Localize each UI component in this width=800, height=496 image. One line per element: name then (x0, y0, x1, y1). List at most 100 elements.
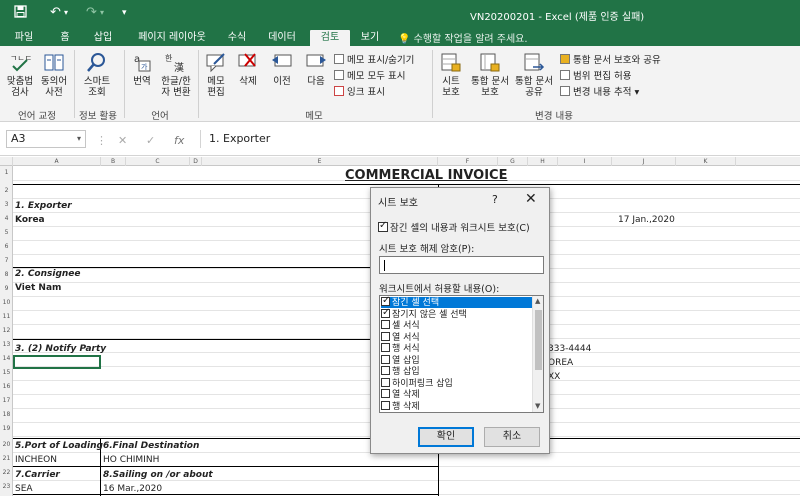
exporter-label[interactable]: 1. Exporter (15, 201, 72, 211)
column-header[interactable]: E (202, 157, 438, 166)
row-header[interactable]: 3 (0, 201, 13, 208)
row-header[interactable]: 8 (0, 271, 13, 278)
column-header[interactable]: C (126, 157, 190, 166)
port-of-loading-value[interactable]: INCHEON (15, 455, 57, 465)
chevron-down-icon[interactable]: ▾ (100, 8, 104, 17)
checkbox-icon[interactable] (381, 320, 390, 329)
date-value[interactable]: 17 Jan.,2020 (618, 215, 675, 225)
row-header[interactable]: 11 (0, 313, 13, 320)
permission-item[interactable]: 하이퍼링크 삽입 (381, 377, 533, 389)
previous-comment-button[interactable]: 이전 (268, 52, 296, 87)
checkbox-checked-icon[interactable] (381, 307, 390, 318)
consignee-value[interactable]: Viet Nam (15, 283, 61, 293)
track-changes-button[interactable]: 변경 내용 추적 ▾ (560, 84, 639, 98)
chevron-down-icon[interactable]: ▾ (64, 8, 68, 17)
close-icon[interactable]: ✕ (525, 191, 537, 207)
tab-insert[interactable]: 삽입 (90, 30, 116, 46)
row-header[interactable]: 10 (0, 299, 13, 306)
save-icon[interactable] (14, 5, 27, 22)
translate-button[interactable]: a가 번역 (128, 52, 156, 87)
permission-item[interactable]: 셀 서식 (381, 320, 533, 331)
checkbox-icon[interactable] (381, 331, 390, 341)
tab-page-layout[interactable]: 페이지 레이아웃 (130, 30, 214, 46)
row-header[interactable]: 17 (0, 397, 13, 404)
tab-formulas[interactable]: 수식 (224, 30, 250, 46)
scrollbar[interactable]: ▲ ▼ (532, 296, 543, 412)
carrier-label[interactable]: 7.Carrier (15, 470, 60, 480)
notify-party-label[interactable]: 3. (2) Notify Party (15, 344, 106, 354)
checkbox-checked-icon[interactable] (381, 296, 390, 306)
protect-contents-checkbox[interactable]: 잠긴 셀의 내용과 워크시트 보호(C) (378, 220, 530, 234)
country-value[interactable]: OREA (548, 358, 573, 368)
row-header[interactable]: 14 (0, 355, 13, 362)
tell-me-box[interactable]: 💡 수행할 작업을 알려 주세요. (398, 30, 528, 45)
row-header[interactable]: 1 (0, 169, 13, 176)
row-header[interactable]: 19 (0, 425, 13, 432)
cancel-button[interactable]: 취소 (484, 427, 540, 447)
permission-item[interactable]: 열 삽입 (381, 354, 533, 366)
show-all-comments-button[interactable]: 메모 모두 표시 (334, 68, 405, 82)
checkbox-icon[interactable] (381, 354, 390, 364)
row-header[interactable]: 9 (0, 285, 13, 292)
protect-sheet-button[interactable]: 시트 보호 (436, 52, 466, 98)
permission-item[interactable]: 잠긴 셀 선택 (381, 296, 533, 308)
permission-item[interactable]: 행 서식 (381, 343, 533, 354)
scrollbar-thumb[interactable] (535, 310, 542, 370)
row-header[interactable]: 20 (0, 441, 13, 448)
customize-quick-access-icon[interactable]: ▾ (122, 8, 127, 18)
exporter-value[interactable]: Korea (15, 215, 45, 225)
smart-lookup-button[interactable]: 스마트 조회 (80, 52, 114, 98)
row-header[interactable]: 12 (0, 327, 13, 334)
formula-input[interactable]: 1. Exporter (200, 130, 798, 148)
checkbox-icon[interactable] (381, 400, 390, 410)
help-icon[interactable]: ? (492, 193, 498, 206)
permission-item[interactable]: 열 삭제 (381, 389, 533, 400)
telephone-value[interactable]: 333-4444 (548, 344, 591, 354)
edit-comment-button[interactable]: 메모 편집 (202, 52, 230, 98)
row-header[interactable]: 4 (0, 215, 13, 222)
final-destination-value[interactable]: HO CHIMINH (103, 455, 159, 465)
checkbox-icon[interactable] (381, 377, 390, 387)
insert-function-icon[interactable]: fx (174, 134, 184, 147)
row-header[interactable]: 2 (0, 187, 13, 194)
enter-icon[interactable]: ✓ (146, 134, 155, 147)
permission-item[interactable]: 잠기지 않은 셀 선택 (381, 307, 533, 320)
row-header[interactable]: 7 (0, 257, 13, 264)
next-comment-button[interactable]: 다음 (302, 52, 330, 87)
row-header[interactable]: 5 (0, 229, 13, 236)
share-workbook-button[interactable]: 통합 문서 공유 (512, 52, 556, 98)
column-header[interactable]: J (612, 157, 676, 166)
permission-item[interactable]: 행 삭제 (381, 400, 533, 412)
show-ink-button[interactable]: 잉크 표시 (334, 84, 385, 98)
tab-data[interactable]: 데이터 (264, 30, 300, 46)
row-header[interactable]: 16 (0, 383, 13, 390)
permission-item[interactable]: 열 서식 (381, 331, 533, 343)
protect-workbook-button[interactable]: 통합 문서 보호 (470, 52, 510, 98)
checkbox-icon[interactable] (381, 366, 390, 375)
name-box[interactable]: A3 ▾ (6, 130, 86, 148)
port-of-loading-label[interactable]: 5.Port of Loading (15, 441, 103, 451)
hangul-hanja-button[interactable]: 한漢 한글/한 자 변환 (158, 52, 194, 98)
permissions-list[interactable]: 잠긴 셀 선택잠기지 않은 셀 선택셀 서식열 서식행 서식열 삽입행 삽입하이… (379, 295, 544, 413)
column-header[interactable]: K (676, 157, 736, 166)
chevron-down-icon[interactable]: ▾ (77, 131, 81, 147)
undo-icon[interactable]: ↶ (50, 5, 61, 20)
column-header[interactable]: G (498, 157, 528, 166)
tab-file[interactable]: 파일 (10, 30, 38, 46)
tab-home[interactable]: 홈 (54, 30, 76, 46)
ok-button[interactable]: 확인 (418, 427, 474, 447)
scroll-up-icon[interactable]: ▲ (535, 297, 540, 305)
column-header[interactable]: B (101, 157, 126, 166)
column-header[interactable]: I (558, 157, 612, 166)
row-header[interactable]: 13 (0, 341, 13, 348)
column-header[interactable]: H (528, 157, 558, 166)
row-header[interactable]: 21 (0, 455, 13, 462)
row-header[interactable]: 22 (0, 469, 13, 476)
checkbox-icon[interactable] (381, 343, 390, 352)
spelling-button[interactable]: ㄱㄴㄷ 맞춤법 검사 (4, 52, 36, 98)
delete-comment-button[interactable]: 삭제 (234, 52, 262, 87)
show-hide-comment-button[interactable]: 메모 표시/숨기기 (334, 52, 414, 66)
column-header[interactable]: A (13, 157, 101, 166)
redo-icon[interactable]: ↷ (86, 5, 97, 20)
cancel-icon[interactable]: ✕ (118, 134, 127, 147)
